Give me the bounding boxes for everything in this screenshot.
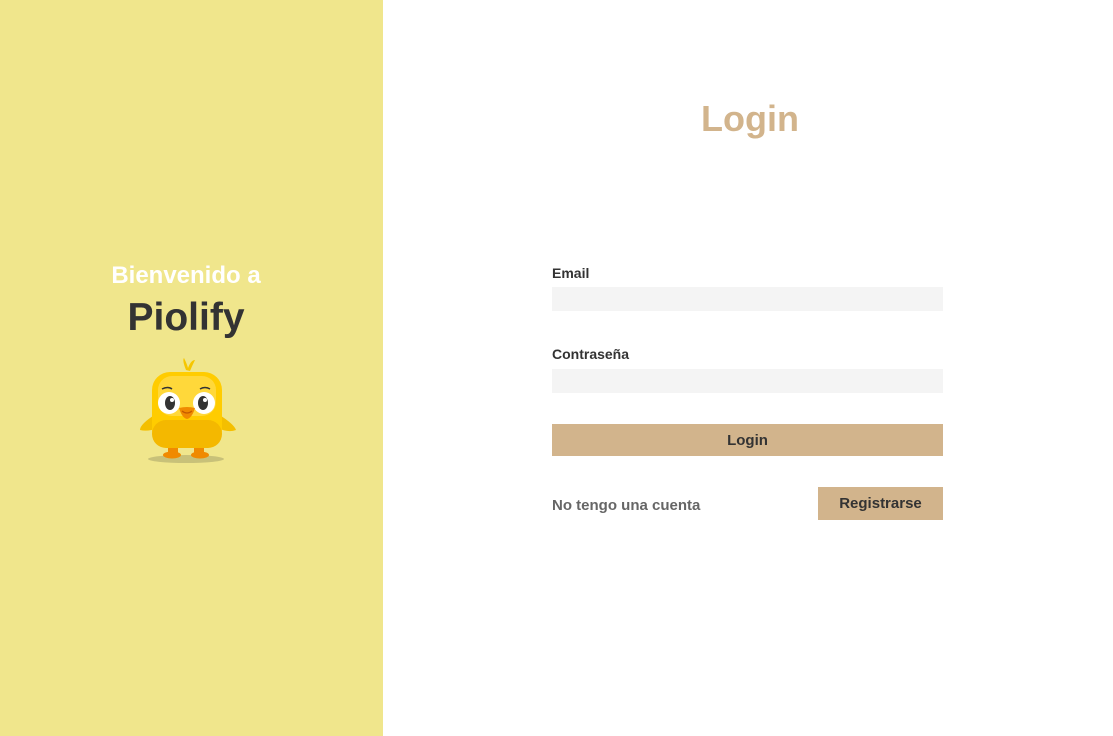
welcome-text: Bienvenido a bbox=[111, 262, 261, 289]
page-title: Login bbox=[701, 98, 799, 139]
welcome-panel: Bienvenido a Piolify bbox=[0, 0, 383, 736]
yellow-chick-icon bbox=[134, 356, 240, 468]
email-field[interactable] bbox=[552, 287, 943, 311]
email-label: Email bbox=[552, 265, 590, 281]
password-label: Contraseña bbox=[552, 346, 630, 362]
login-button[interactable]: Login bbox=[552, 424, 943, 456]
no-account-text: No tengo una cuenta bbox=[552, 497, 701, 514]
register-button[interactable]: Registrarse bbox=[818, 487, 943, 520]
password-field[interactable] bbox=[552, 369, 943, 393]
login-panel: Login Email Contraseña Login No tengo un… bbox=[383, 0, 1113, 736]
login-page: Bienvenido a Piolify Login Email Contras… bbox=[0, 0, 1113, 736]
brand-name: Piolify bbox=[127, 296, 245, 339]
